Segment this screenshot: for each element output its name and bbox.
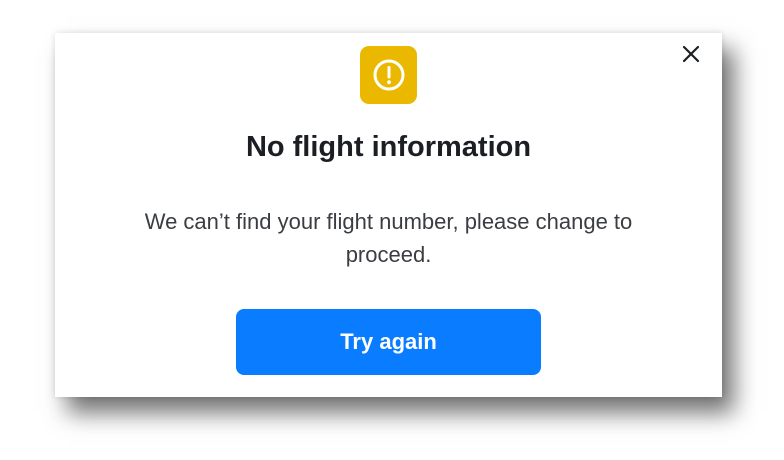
alert-badge (360, 46, 417, 104)
close-button[interactable] (680, 43, 702, 65)
close-icon (682, 45, 700, 63)
dialog-title: No flight information (245, 131, 532, 163)
error-dialog: No flight information We can’t find your… (55, 33, 722, 397)
try-again-button[interactable]: Try again (236, 309, 541, 375)
dialog-message: We can’t find your flight number, please… (144, 209, 633, 267)
exclamation-circle-icon (373, 59, 404, 91)
screen-background: No flight information We can’t find your… (0, 0, 784, 460)
